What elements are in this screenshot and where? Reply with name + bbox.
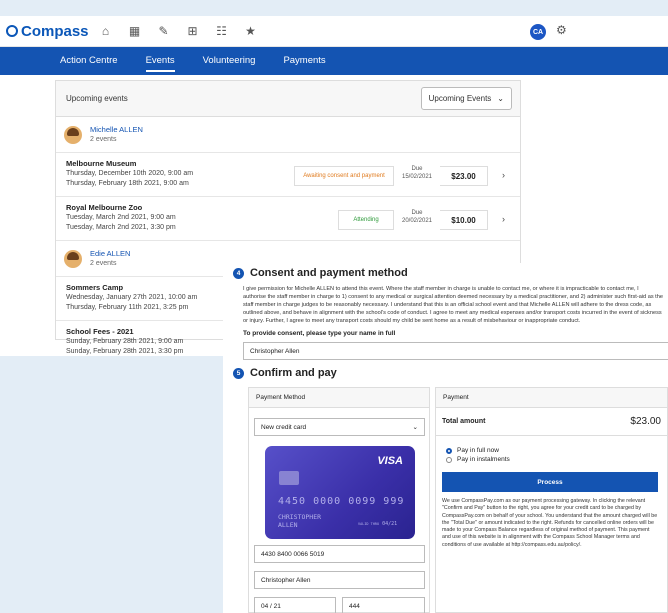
pencil-icon[interactable]: ✎ <box>157 24 171 38</box>
consent-title: Consent and payment method <box>250 267 408 279</box>
total-label: Total amount <box>442 418 486 425</box>
visa-logo: VISA <box>377 455 403 467</box>
user-avatar[interactable]: CA <box>530 24 546 40</box>
payment-window: 4 Consent and payment method I give perm… <box>223 263 668 613</box>
confirm-heading: 5 Confirm and pay <box>233 367 337 379</box>
total-amount: $23.00 <box>630 416 661 427</box>
upcoming-filter-dropdown[interactable]: Upcoming Events ⌄ <box>420 87 512 110</box>
due-date: 15/02/2021 <box>401 174 433 180</box>
event-row[interactable]: Melbourne Museum Thursday, December 10th… <box>56 153 520 197</box>
panel-header: Upcoming events Upcoming Events ⌄ <box>56 81 520 117</box>
option-label: Pay in full now <box>457 447 499 454</box>
panel-title: Upcoming events <box>66 94 128 103</box>
consent-text: I give permission for Michelle ALLEN to … <box>243 286 663 324</box>
step-number: 4 <box>233 267 244 279</box>
pay-full-option[interactable]: Pay in full now <box>446 446 667 455</box>
card-number-display: 4450 0000 0099 999 <box>278 496 405 507</box>
filter-label: Upcoming Events <box>428 94 492 103</box>
payment-method-panel: Payment Method New credit card ⌄ VISA 44… <box>248 387 430 613</box>
credit-card-preview: VISA 4450 0000 0099 999 CHRISTOPHER ALLE… <box>265 446 415 539</box>
payment-summary-panel: Payment Total amount $23.00 Pay in full … <box>435 387 668 613</box>
card-chip-icon <box>279 471 299 485</box>
main-nav: Action Centre Events Volunteering Paymen… <box>0 47 668 75</box>
total-row: Total amount $23.00 <box>436 408 667 436</box>
chevron-right-icon[interactable]: › <box>502 170 505 180</box>
gear-icon[interactable]: ⚙ <box>556 23 567 37</box>
card-exp-value: 04/21 <box>382 521 398 527</box>
tab-events[interactable]: Events <box>145 47 175 75</box>
card-number-input[interactable]: 4430 8400 0066 5019 <box>254 545 425 563</box>
child-avatar <box>64 249 82 268</box>
person-name: Michelle ALLEN <box>90 124 143 134</box>
due-block: Due 15/02/2021 <box>394 165 440 181</box>
pay-instalments-option[interactable]: Pay in instalments <box>446 455 667 464</box>
tab-payments[interactable]: Payments <box>283 47 325 75</box>
tab-action-centre[interactable]: Action Centre <box>60 47 118 75</box>
consent-label: To provide consent, please type your nam… <box>243 330 396 337</box>
consent-name-input[interactable]: Christopher Allen <box>243 342 668 360</box>
chevron-down-icon: ⌄ <box>412 424 418 431</box>
chevron-right-icon[interactable]: › <box>502 214 505 224</box>
consent-heading: 4 Consent and payment method <box>233 267 668 279</box>
confirm-title: Confirm and pay <box>250 367 337 379</box>
radio-selected-icon <box>446 447 452 454</box>
process-button[interactable]: Process <box>442 472 658 492</box>
child-avatar <box>64 125 82 144</box>
compass-logo[interactable]: Compass <box>6 23 89 40</box>
person-header[interactable]: Michelle ALLEN 2 events <box>56 117 520 153</box>
event-amount: $23.00 <box>440 166 488 186</box>
due-block: Due 20/02/2021 <box>394 209 440 225</box>
card-expiry-display: VALID THRU 04/21 <box>358 521 397 527</box>
card-holder-line2: ALLEN <box>278 521 298 529</box>
card-type-select[interactable]: New credit card ⌄ <box>254 418 425 436</box>
people-icon[interactable]: ☷ <box>215 24 229 38</box>
payment-header: Payment <box>436 388 667 408</box>
grid-icon[interactable]: ⊞ <box>186 24 200 38</box>
due-label: Due <box>411 210 423 216</box>
due-date: 20/02/2021 <box>401 218 433 224</box>
star-icon[interactable]: ★ <box>244 24 258 38</box>
radio-unselected-icon <box>446 456 452 463</box>
payment-method-header: Payment Method <box>249 388 429 408</box>
expiry-input[interactable]: 04 / 21 <box>254 597 336 613</box>
card-holder-line1: CHRISTOPHER <box>278 513 322 521</box>
card-holder-input[interactable]: Christopher Allen <box>254 571 425 589</box>
event-count: 2 events <box>90 259 117 267</box>
card-type-value: New credit card <box>261 423 307 431</box>
tab-volunteering[interactable]: Volunteering <box>203 47 256 75</box>
event-amount: $10.00 <box>440 210 488 230</box>
compass-logo-icon <box>6 25 18 37</box>
home-icon[interactable]: ⌂ <box>99 24 113 38</box>
top-bar: Compass ⌂ ▦ ✎ ⊞ ☷ ★ CA ⚙ <box>0 16 668 47</box>
cvv-input[interactable]: 444 <box>342 597 425 613</box>
event-row[interactable]: Royal Melbourne Zoo Tuesday, March 2nd 2… <box>56 197 520 241</box>
payment-fine-print: We use CompassPay.com as our payment pro… <box>442 498 658 548</box>
chevron-down-icon: ⌄ <box>497 94 504 103</box>
card-holder-display: CHRISTOPHER ALLEN <box>278 513 321 529</box>
person-name: Edie ALLEN <box>90 248 131 258</box>
calendar-icon[interactable]: ▦ <box>128 24 142 38</box>
option-label: Pay in instalments <box>457 456 510 463</box>
event-count: 2 events <box>90 135 117 143</box>
app-name: Compass <box>21 22 89 40</box>
due-label: Due <box>411 166 423 172</box>
status-badge: Attending <box>338 210 394 230</box>
status-badge: Awaiting consent and payment <box>294 166 394 186</box>
card-exp-label: VALID THRU <box>358 522 380 526</box>
step-number: 5 <box>233 367 244 379</box>
